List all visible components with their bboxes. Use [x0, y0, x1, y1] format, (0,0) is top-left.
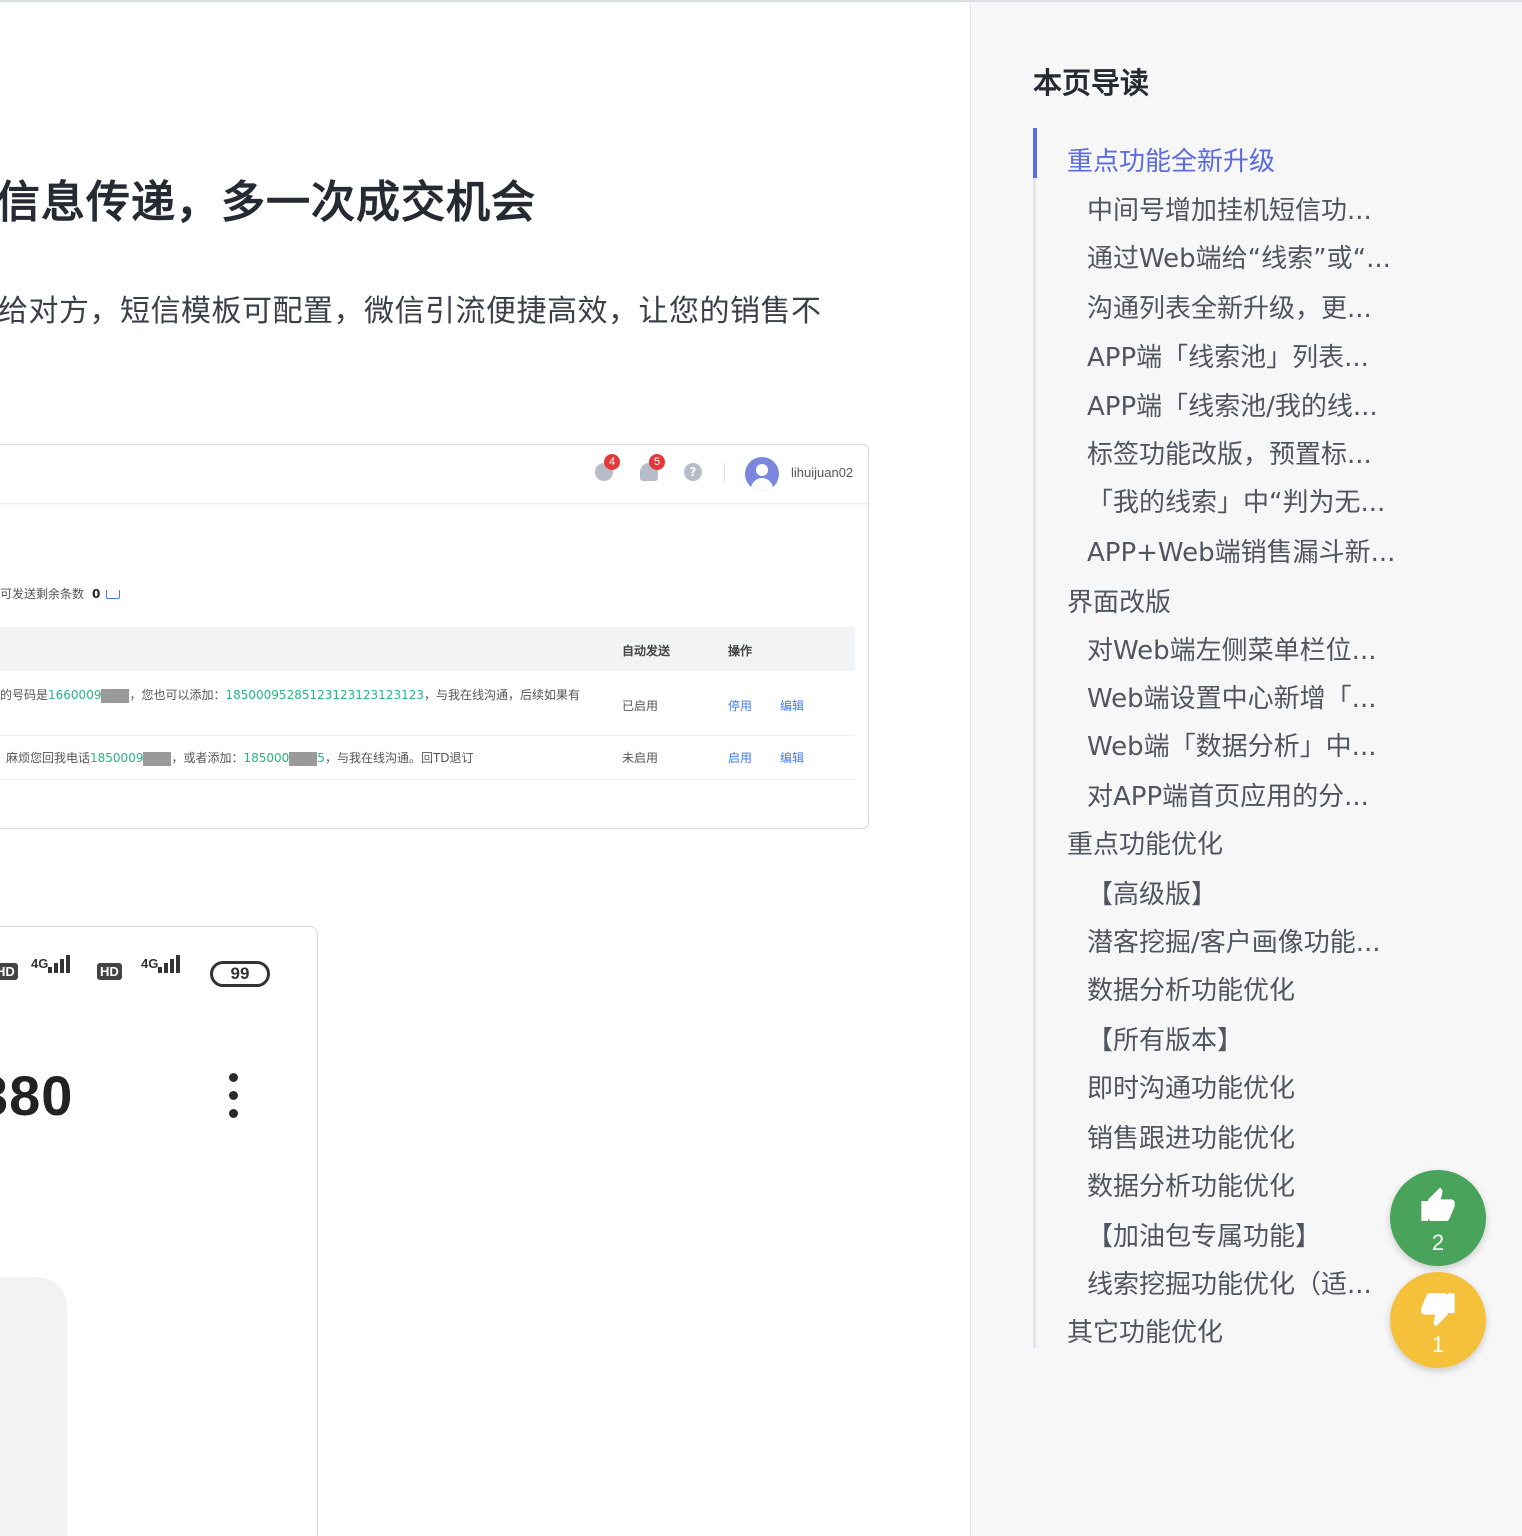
like-count: 2 — [1431, 1230, 1445, 1255]
hd-indicator: HD — [0, 963, 18, 981]
remaining-count: 0 — [92, 587, 101, 601]
message-badge: 4 — [604, 454, 620, 470]
column-actions: 操作 — [728, 644, 753, 658]
toc-item[interactable]: 沟通列表全新升级，更... — [1087, 288, 1372, 325]
edit-link: 编辑 — [780, 751, 805, 765]
toc-item[interactable]: 中间号增加挂机短信功... — [1087, 190, 1372, 227]
article-content: 信息传递，多一次成交机会 给对方，短信模板可配置，微信引流便捷高效，让您的销售不… — [0, 2, 970, 1536]
bell-badge: 5 — [649, 454, 665, 470]
toc-item[interactable]: 数据分析功能优化 — [1087, 1166, 1295, 1203]
toc-item[interactable]: 潜客挖掘/客户画像功能... — [1087, 922, 1381, 959]
help-icon: ? — [684, 463, 702, 481]
signal-icon: 4G — [31, 955, 72, 973]
template-text: 的号码是1660009 ，您也可以添加：185000952851231231231… — [0, 688, 581, 703]
phone-number: 380 — [0, 1064, 74, 1127]
toc-item[interactable]: 【所有版本】 — [1087, 1020, 1243, 1057]
signal-icon: 4G — [141, 955, 182, 973]
screenshot-header: 4 5 ? lihuijuan02 — [0, 445, 868, 504]
enable-link: 启用 — [728, 751, 753, 765]
toc-item-other-optimization[interactable]: 其它功能优化 — [1067, 1312, 1223, 1349]
toc-item[interactable]: 数据分析功能优化 — [1087, 970, 1295, 1007]
toc-item[interactable]: 通过Web端给“线索”或“... — [1087, 238, 1391, 275]
table-row: 的号码是1660009 ，您也可以添加：185000952851231231231… — [0, 671, 855, 736]
masked-digits — [289, 751, 318, 766]
toc-item[interactable]: 线索挖掘功能优化（适... — [1087, 1264, 1372, 1301]
web-screenshot-image: 4 5 ? lihuijuan02 可发送剩余条数 0 自动发送 操作 的号码是1… — [0, 444, 869, 829]
toc-item[interactable]: 销售跟进功能优化 — [1087, 1118, 1295, 1155]
template-text: 麻烦您回我电话1850009 ，或者添加：185000 5，与我在线沟通。回TD退订 — [6, 751, 474, 766]
message-bubble — [0, 1277, 67, 1536]
dislike-count: 1 — [1431, 1332, 1445, 1357]
message-icon: 4 — [595, 454, 620, 481]
toc-item-ui-redesign[interactable]: 界面改版 — [1067, 582, 1171, 619]
battery-icon: 99 — [210, 961, 270, 987]
toc-item-key-upgrades[interactable]: 重点功能全新升级 — [1067, 141, 1275, 178]
status-text: 已启用 — [622, 699, 659, 713]
masked-digits — [143, 751, 172, 766]
bell-icon: 5 — [640, 454, 665, 481]
toc-item[interactable]: 标签功能改版，预置标... — [1087, 434, 1372, 471]
toc-item[interactable]: 即时沟通功能优化 — [1087, 1068, 1295, 1105]
dislike-button[interactable]: 1 — [1390, 1272, 1486, 1368]
thumbs-down-icon — [1421, 1293, 1455, 1327]
status-text: 未启用 — [622, 751, 659, 765]
toc-item[interactable]: 对APP端首页应用的分... — [1087, 776, 1369, 813]
toc-active-indicator — [1033, 128, 1037, 178]
toc-item[interactable]: 对Web端左侧菜单栏位... — [1087, 630, 1376, 667]
section-paragraph: 给对方，短信模板可配置，微信引流便捷高效，让您的销售不 — [0, 294, 822, 329]
masked-digits — [101, 688, 130, 703]
thumbs-up-icon — [1421, 1187, 1455, 1221]
cart-icon — [106, 590, 121, 599]
toc-item[interactable]: Web端「数据分析」中... — [1087, 726, 1376, 763]
section-heading: 信息传递，多一次成交机会 — [0, 177, 536, 228]
table-row: 麻烦您回我电话1850009 ，或者添加：185000 5，与我在线沟通。回TD退订… — [0, 735, 855, 780]
toc-item[interactable]: Web端设置中心新增「... — [1087, 678, 1376, 715]
disable-link: 停用 — [728, 699, 753, 713]
toc-item[interactable]: APP端「线索池」列表... — [1087, 337, 1369, 374]
toc-title: 本页导读 — [1033, 66, 1150, 100]
table-header: 自动发送 操作 — [0, 627, 855, 671]
toc-item[interactable]: 【高级版】 — [1087, 874, 1217, 911]
remaining-count-row: 可发送剩余条数 0 — [0, 585, 121, 602]
remaining-label: 可发送剩余条数 — [0, 587, 85, 601]
more-vertical-icon — [229, 1073, 239, 1127]
username: lihuijuan02 — [791, 465, 854, 480]
toc-item[interactable]: 「我的线索」中“判为无... — [1087, 482, 1385, 519]
toc-item[interactable]: 【加油包专属功能】 — [1087, 1216, 1321, 1253]
hd-indicator: HD — [97, 963, 122, 981]
toc-item-key-optimization[interactable]: 重点功能优化 — [1067, 824, 1223, 861]
toc-track — [1033, 128, 1036, 1348]
column-auto-send: 自动发送 — [622, 644, 671, 658]
phone-screenshot-image: HD 4G HD 4G 99 380 — [0, 926, 318, 1536]
edit-link: 编辑 — [780, 699, 805, 713]
toc-item[interactable]: APP+Web端销售漏斗新... — [1087, 532, 1395, 569]
avatar — [745, 457, 779, 491]
header-divider — [724, 463, 725, 483]
like-button[interactable]: 2 — [1390, 1170, 1486, 1266]
toc-item[interactable]: APP端「线索池/我的线... — [1087, 386, 1378, 423]
